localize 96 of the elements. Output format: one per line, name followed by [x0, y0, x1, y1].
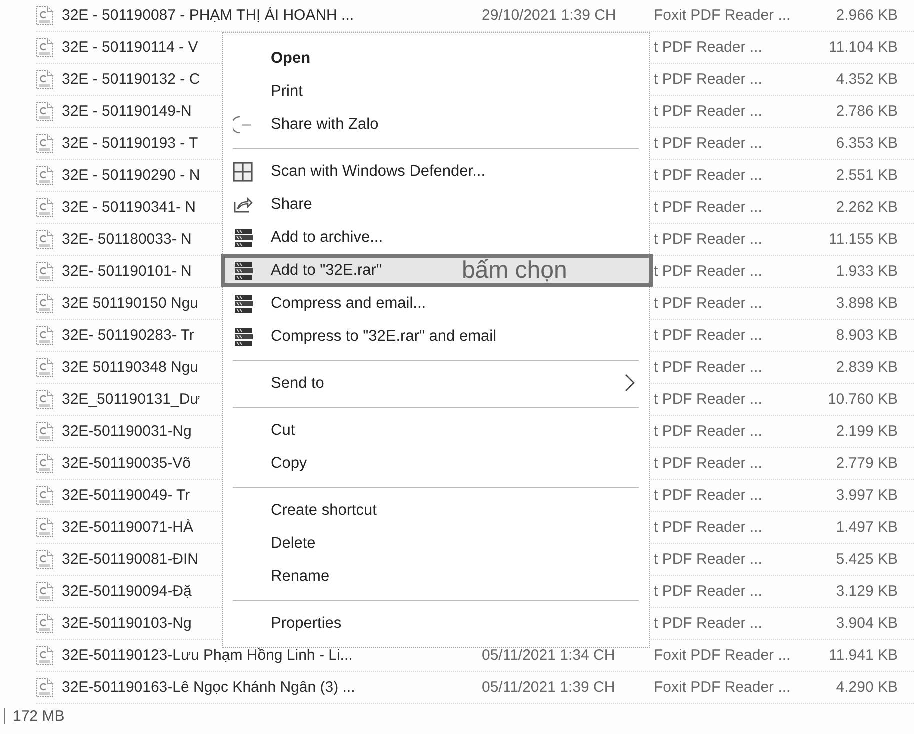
file-size: 2.199 KB	[835, 423, 898, 440]
menu-item[interactable]: Send to	[223, 367, 649, 400]
file-date: 29/10/2021 1:39 CH	[482, 7, 618, 24]
pdf-file-icon	[36, 550, 54, 570]
file-size: 4.290 KB	[835, 679, 898, 696]
file-size: 8.903 KB	[835, 327, 898, 344]
pdf-file-icon	[36, 70, 54, 90]
file-size: 11.941 KB	[828, 647, 898, 664]
file-size: 2.262 KB	[835, 199, 898, 216]
pdf-file-icon	[36, 230, 54, 250]
file-type: t PDF Reader ...	[653, 519, 764, 536]
pdf-file-icon	[36, 390, 54, 410]
file-name[interactable]: 32E-501190123-Lưu Phạm Hồng Linh - Li...	[62, 647, 482, 664]
file-type: t PDF Reader ...	[653, 167, 764, 184]
menu-item[interactable]: Print	[223, 75, 649, 108]
file-size: 1.933 KB	[835, 263, 898, 280]
file-size: 3.898 KB	[835, 295, 898, 312]
file-size: 11.155 KB	[828, 231, 898, 248]
file-type: t PDF Reader ...	[653, 327, 764, 344]
file-size: 2.786 KB	[835, 103, 898, 120]
menu-item[interactable]: Add to "32E.rar" bấm chọn	[221, 254, 653, 287]
file-size: 3.904 KB	[835, 615, 898, 632]
file-name[interactable]: 32E-501190163-Lê Ngọc Khánh Ngân (3) ...	[62, 679, 482, 696]
menu-item[interactable]: Share	[223, 188, 649, 221]
menu-item[interactable]: Compress to "32E.rar" and email	[223, 320, 649, 353]
pdf-file-icon	[36, 678, 54, 698]
menu-item[interactable]: Open	[223, 42, 649, 75]
file-type: t PDF Reader ...	[653, 231, 764, 248]
file-type: t PDF Reader ...	[653, 135, 764, 152]
file-size: 10.760 KB	[826, 391, 898, 408]
pdf-file-icon	[36, 294, 54, 314]
file-type: t PDF Reader ...	[653, 423, 764, 440]
file-type: t PDF Reader ...	[653, 455, 764, 472]
menu-item[interactable]: Add to archive...	[223, 221, 649, 254]
file-type: Foxit PDF Reader ...	[653, 679, 792, 696]
pdf-file-icon	[36, 166, 54, 186]
file-size: 2.779 KB	[835, 455, 898, 472]
books-stack-icon	[233, 292, 255, 314]
file-size: 2.551 KB	[835, 167, 898, 184]
file-type: t PDF Reader ...	[653, 263, 764, 280]
menu-item[interactable]: Create shortcut	[223, 494, 649, 527]
file-type: t PDF Reader ...	[653, 551, 764, 568]
file-date: 05/11/2021 1:39 CH	[482, 679, 616, 696]
pdf-file-icon	[36, 134, 54, 154]
file-type: t PDF Reader ...	[653, 391, 764, 408]
file-size: 2.966 KB	[835, 7, 898, 24]
file-type: t PDF Reader ...	[653, 39, 764, 56]
pdf-file-icon	[36, 422, 54, 442]
menu-item[interactable]: Copy	[223, 447, 649, 480]
pdf-file-icon	[36, 6, 54, 26]
file-type: Foxit PDF Reader ...	[653, 647, 792, 664]
status-size: 172 MB	[13, 708, 65, 724]
menu-item[interactable]: Properties	[223, 607, 649, 640]
pdf-file-icon	[36, 102, 54, 122]
file-size: 3.997 KB	[835, 487, 898, 504]
file-type: t PDF Reader ...	[653, 103, 764, 120]
file-name[interactable]: 32E - 501190087 - PHẠM THỊ ÁI HOANH ...	[62, 7, 482, 24]
file-type: t PDF Reader ...	[653, 583, 764, 600]
pdf-file-icon	[36, 38, 54, 58]
file-type: t PDF Reader ...	[653, 71, 764, 88]
menu-item[interactable]: Compress and email...	[223, 287, 649, 320]
pdf-file-icon	[36, 582, 54, 602]
pdf-file-icon	[36, 326, 54, 346]
menu-item[interactable]: Scan with Windows Defender...	[223, 155, 649, 188]
file-date: 05/11/2021 1:34 CH	[482, 647, 616, 664]
file-size: 4.352 KB	[835, 71, 898, 88]
file-type: t PDF Reader ...	[653, 199, 764, 216]
pdf-file-icon	[36, 262, 54, 282]
books-stack-icon	[233, 260, 255, 282]
file-size: 5.425 KB	[835, 551, 898, 568]
pdf-file-icon	[36, 486, 54, 506]
file-size: 3.129 KB	[835, 583, 898, 600]
menu-item[interactable]: Cut	[223, 414, 649, 447]
pdf-file-icon	[36, 646, 54, 666]
file-type: t PDF Reader ...	[653, 487, 764, 504]
menu-item[interactable]: Share with Zalo	[223, 108, 649, 141]
pdf-file-icon	[36, 454, 54, 474]
file-size: 1.497 KB	[835, 519, 898, 536]
chevron-right-icon	[625, 374, 635, 392]
file-type: Foxit PDF Reader ...	[653, 7, 792, 24]
pdf-file-icon	[36, 358, 54, 378]
file-type: t PDF Reader ...	[653, 359, 764, 376]
file-size: 6.353 KB	[835, 135, 898, 152]
annotation-text: bấm chọn	[462, 256, 568, 284]
file-size: 11.104 KB	[828, 39, 898, 56]
pdf-file-icon	[36, 614, 54, 634]
books-stack-icon	[233, 326, 255, 348]
menu-item[interactable]: Delete	[223, 527, 649, 560]
pdf-file-icon	[36, 518, 54, 538]
file-type: t PDF Reader ...	[653, 615, 764, 632]
file-type: t PDF Reader ...	[653, 295, 764, 312]
books-stack-icon	[233, 226, 255, 248]
menu-item[interactable]: Rename	[223, 560, 649, 593]
file-size: 2.839 KB	[835, 359, 898, 376]
pdf-file-icon	[36, 198, 54, 218]
share-icon	[233, 196, 253, 214]
